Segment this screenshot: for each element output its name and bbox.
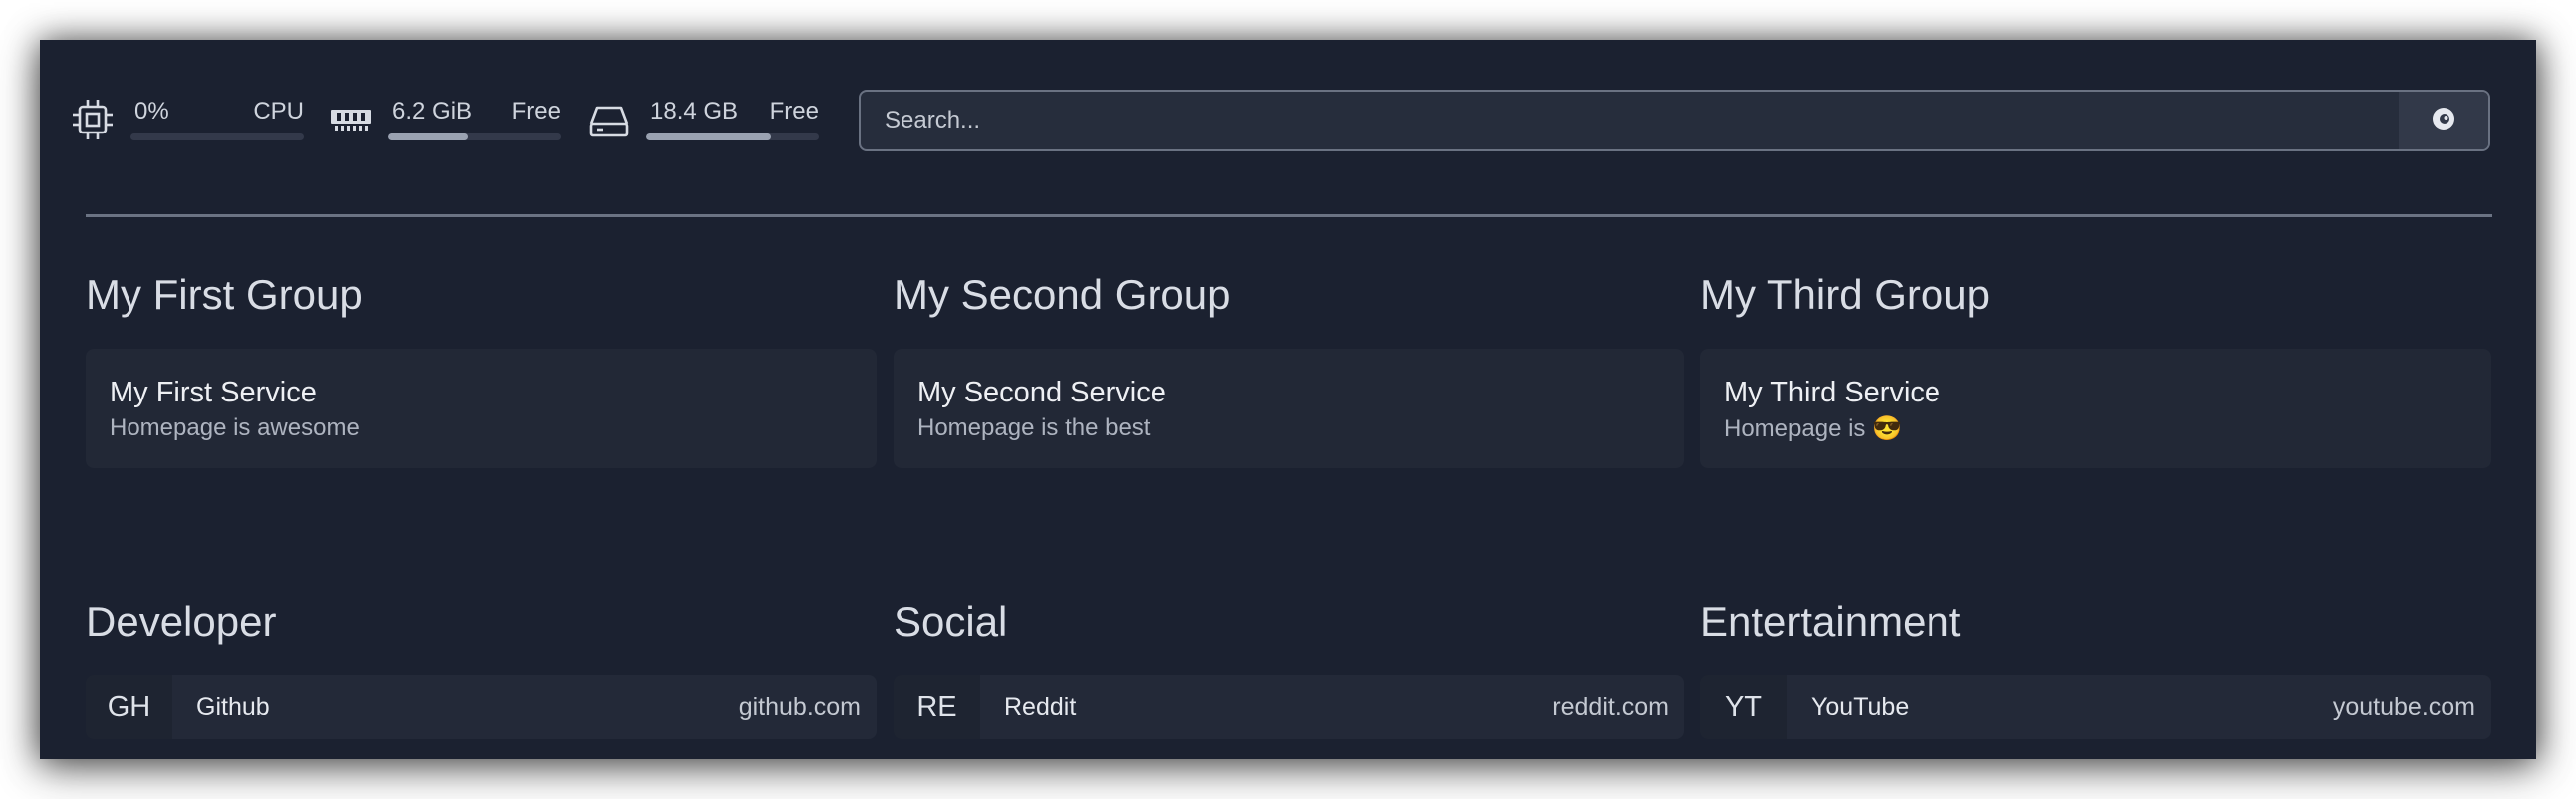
memory-label: Free: [511, 98, 561, 125]
bookmark-link[interactable]: YT YouTube youtube.com: [1700, 675, 2491, 739]
bookmark-link[interactable]: GH Github github.com: [86, 675, 877, 739]
disk-usage-fill: [646, 133, 771, 140]
search-box: [859, 90, 2490, 151]
cpu-usage-value: 0%: [134, 98, 169, 125]
disk-usage-bar: [646, 133, 819, 140]
service-description: Homepage is the best: [917, 414, 1151, 441]
disk-free-value: 18.4 GB: [650, 98, 739, 125]
service-name: My Second Service: [917, 377, 1166, 408]
bookmark-link[interactable]: RE Reddit reddit.com: [894, 675, 1684, 739]
search-input[interactable]: [861, 92, 2405, 149]
memory-free-value: 6.2 GiB: [392, 98, 473, 125]
hard-drive-icon: [587, 98, 631, 141]
bookmark-abbreviation: GH: [86, 675, 172, 739]
homepage-dashboard: 0% CPU 6.2 GiB Free 18.4 GB Free Search.…: [40, 40, 2536, 759]
bookmark-body: YouTube youtube.com: [1787, 675, 2491, 739]
bookmark-url: github.com: [738, 693, 861, 721]
header-divider: [86, 214, 2492, 217]
search-provider-icon: [2431, 106, 2456, 136]
bookmark-body: Reddit reddit.com: [980, 675, 1684, 739]
service-card[interactable]: My Second Service Homepage is the best: [894, 349, 1684, 468]
bookmark-name: Reddit: [1004, 693, 1077, 721]
group-title: My Third Group: [1700, 271, 1990, 318]
service-card[interactable]: My First Service Homepage is awesome: [86, 349, 877, 468]
disk-label: Free: [769, 98, 819, 125]
bookmark-abbreviation: YT: [1700, 675, 1787, 739]
disk-widget: 18.4 GB Free: [587, 98, 819, 187]
bookmark-name: YouTube: [1811, 693, 1910, 721]
service-card[interactable]: My Third Service Homepage is 😎: [1700, 349, 2491, 468]
group-title: Developer: [86, 598, 277, 645]
memory-widget: 6.2 GiB Free: [329, 98, 561, 187]
memory-usage-bar: [388, 133, 561, 140]
bookmark-body: Github github.com: [172, 675, 877, 739]
bookmark-url: youtube.com: [2332, 693, 2475, 721]
cpu-usage-bar: [130, 133, 304, 140]
search-provider-button[interactable]: [2399, 92, 2488, 149]
memory-icon: [329, 98, 373, 141]
service-name: My Third Service: [1724, 377, 1941, 408]
group-title: My First Group: [86, 271, 363, 318]
service-name: My First Service: [110, 377, 317, 408]
group-title: Social: [894, 598, 1008, 645]
group-title: My Second Group: [894, 271, 1231, 318]
memory-usage-fill: [388, 133, 468, 140]
cpu-widget: 0% CPU: [71, 98, 304, 187]
service-description: Homepage is 😎: [1724, 415, 1902, 442]
info-widgets-bar: 0% CPU 6.2 GiB Free 18.4 GB Free Search.…: [40, 40, 2536, 209]
bookmark-abbreviation: RE: [894, 675, 980, 739]
group-title: Entertainment: [1700, 598, 1961, 645]
cpu-label: CPU: [253, 98, 304, 125]
bookmark-name: Github: [196, 693, 270, 721]
service-description: Homepage is awesome: [110, 414, 360, 441]
cpu-icon: [71, 98, 115, 141]
bookmark-url: reddit.com: [1552, 693, 1669, 721]
